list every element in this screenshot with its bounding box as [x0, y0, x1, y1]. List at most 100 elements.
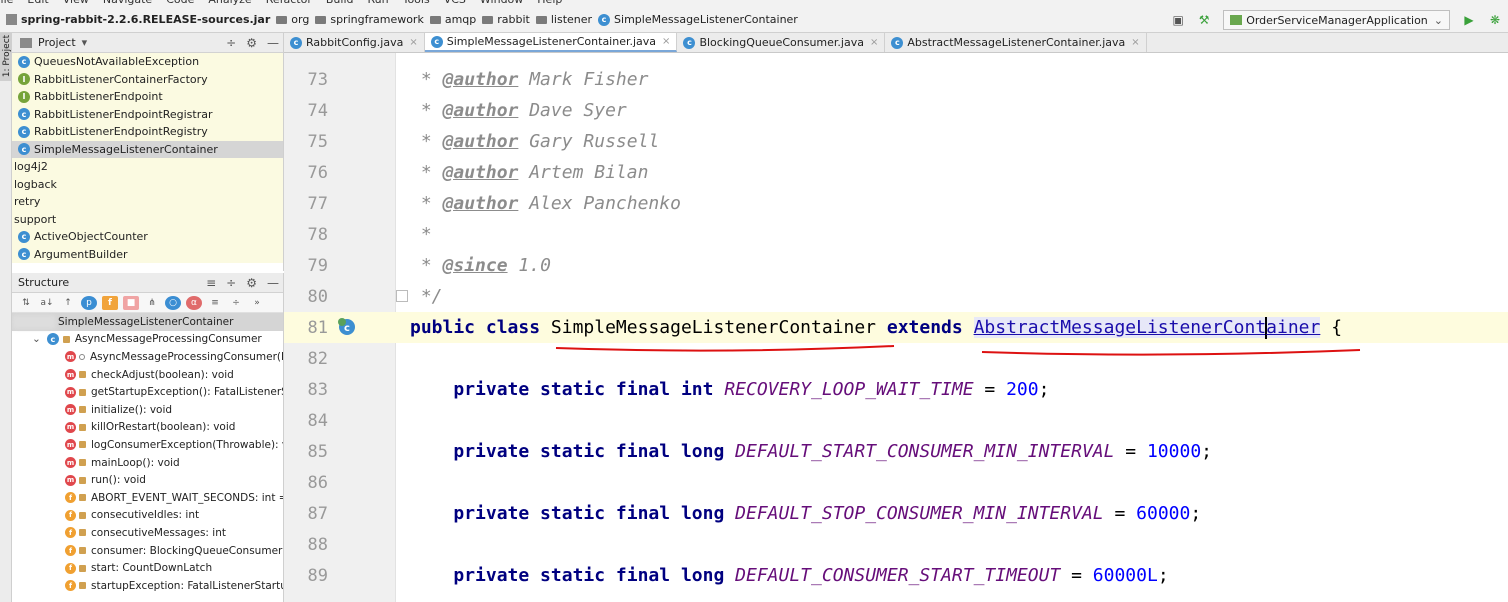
structure-inner-class[interactable]: ⌄ c AsyncMessageProcessingConsumer: [12, 331, 283, 349]
parent-class-link[interactable]: AbstractMessageListenerContainer: [973, 316, 1321, 339]
line-number: 83: [307, 379, 328, 400]
menu-file[interactable]: File: [0, 0, 13, 6]
project-panel-header: Project ▾ ÷ ⚙ —: [12, 33, 283, 53]
menu-edit[interactable]: Edit: [27, 0, 48, 6]
hide-panel-icon[interactable]: —: [267, 36, 279, 50]
project-tree-item[interactable]: c ArgumentBuilder: [12, 246, 283, 264]
show-anonymous-icon[interactable]: ○: [165, 295, 181, 310]
structure-member[interactable]: m checkAdjust(boolean): void: [12, 366, 283, 384]
project-tree-item[interactable]: support: [12, 211, 283, 229]
more-icon[interactable]: »: [249, 296, 265, 310]
run-icon[interactable]: ▶: [1462, 13, 1476, 27]
project-structure-icon[interactable]: ▣: [1171, 13, 1185, 27]
folder-icon: [315, 15, 327, 24]
breadcrumb-item[interactable]: listener❯: [535, 13, 592, 26]
structure-member[interactable]: f consecutiveIdles: int: [12, 507, 283, 525]
keyword: public: [410, 316, 476, 338]
collapse-all-icon[interactable]: ÷: [226, 276, 236, 290]
editor-tab[interactable]: c AbstractMessageListenerContainer.java ×: [885, 33, 1147, 52]
menu-analyze[interactable]: Analyze: [208, 0, 251, 6]
code-line: 82: [284, 343, 1508, 374]
gear-icon[interactable]: ⚙: [246, 276, 257, 290]
project-tree-item[interactable]: I RabbitListenerContainerFactory: [12, 71, 283, 89]
structure-member[interactable]: f ABORT_EVENT_WAIT_SECONDS: int = 5: [12, 489, 283, 507]
menu-help[interactable]: Help: [537, 0, 562, 6]
debug-icon[interactable]: ❋: [1488, 13, 1502, 27]
menu-run[interactable]: Run: [368, 0, 389, 6]
structure-member[interactable]: fstartupException: FatalListenerStartupE…: [12, 577, 283, 595]
expand-all-icon[interactable]: ≡: [206, 276, 216, 290]
hide-panel-icon[interactable]: —: [267, 276, 279, 290]
project-tool-tab[interactable]: 1: Project: [0, 33, 12, 81]
menu-tools[interactable]: Tools: [403, 0, 430, 6]
author-name: Dave Syer: [529, 100, 627, 121]
structure-member[interactable]: m AsyncMessageProcessingConsumer(Blc: [12, 348, 283, 366]
structure-member[interactable]: f consumer: BlockingQueueConsumer: [12, 542, 283, 560]
breadcrumb-item[interactable]: rabbit❯: [482, 13, 530, 26]
build-hammer-icon[interactable]: ⚒: [1197, 13, 1211, 27]
comment-text: [518, 131, 529, 152]
structure-member[interactable]: m killOrRestart(boolean): void: [12, 419, 283, 437]
editor-tab[interactable]: c BlockingQueueConsumer.java ×: [677, 33, 886, 52]
structure-member[interactable]: f start: CountDownLatch: [12, 559, 283, 577]
show-annotations-icon[interactable]: α: [186, 295, 202, 310]
class-icon: c: [891, 36, 904, 49]
menu-code[interactable]: Code: [166, 0, 194, 6]
breadcrumb-item[interactable]: springframework❯: [315, 13, 424, 26]
collapse-all-icon[interactable]: ÷: [228, 296, 244, 310]
structure-member[interactable]: f consecutiveMessages: int: [12, 524, 283, 542]
structure-member[interactable]: m initialize(): void: [12, 401, 283, 419]
breadcrumb-item[interactable]: amqp❯: [429, 13, 476, 26]
chevron-down-icon[interactable]: ▾: [82, 36, 88, 49]
close-tab-icon[interactable]: ×: [870, 37, 878, 48]
menu-window[interactable]: Window: [480, 0, 523, 6]
project-tree-item[interactable]: c RabbitListenerEndpointRegistrar: [12, 106, 283, 124]
sort-alphabetically-icon[interactable]: a↓: [39, 296, 55, 310]
show-properties-icon[interactable]: p: [81, 295, 97, 310]
close-tab-icon[interactable]: ×: [409, 37, 417, 48]
menu-navigate[interactable]: Navigate: [103, 0, 152, 6]
project-tree-item[interactable]: c ActiveObjectCounter: [12, 228, 283, 246]
project-tree-item[interactable]: c QueuesNotAvailableException: [12, 53, 283, 71]
code-editor[interactable]: 73 * @author Mark Fisher 74 * @author Dav…: [284, 53, 1508, 602]
menu-vcs[interactable]: VCS: [444, 0, 466, 6]
show-fields-icon[interactable]: f: [102, 295, 118, 310]
show-inherited-icon[interactable]: ↑: [60, 296, 76, 310]
show-non-public-icon[interactable]: ■: [123, 295, 139, 310]
editor-tab[interactable]: c SimpleMessageListenerContainer.java ×: [424, 33, 678, 52]
keyword: private static final: [453, 503, 671, 524]
run-configuration-select[interactable]: OrderServiceManagerApplication ⌄: [1223, 10, 1450, 30]
project-tree-item[interactable]: I RabbitListenerEndpoint: [12, 88, 283, 106]
comment-text: *: [410, 100, 443, 121]
breadcrumb-item[interactable]: org❯: [276, 13, 309, 26]
structure-member[interactable]: m mainLoop(): void: [12, 454, 283, 472]
breadcrumb-item[interactable]: spring-rabbit-2.2.6.RELEASE-sources.jar❯: [6, 13, 270, 26]
project-tree-item[interactable]: logback: [12, 176, 283, 194]
menu-refactor[interactable]: Refactor: [266, 0, 312, 6]
project-tree-item[interactable]: retry: [12, 193, 283, 211]
structure-panel: Structure ≡ ÷ ⚙ — ⇅ a↓ ↑ p f ■ ⋔ ○ α ≡ ÷…: [12, 273, 284, 602]
structure-member[interactable]: m run(): void: [12, 471, 283, 489]
menu-view[interactable]: View: [63, 0, 89, 6]
close-tab-icon[interactable]: ×: [1131, 37, 1139, 48]
expand-all-icon[interactable]: ≡: [207, 296, 223, 310]
gear-icon[interactable]: ⚙: [246, 36, 257, 50]
project-tree-item[interactable]: log4j2: [12, 158, 283, 176]
editor-tab[interactable]: c RabbitConfig.java ×: [284, 33, 425, 52]
override-gutter-icon[interactable]: c: [336, 316, 358, 338]
project-tree-item[interactable]: c SimpleMessageListenerContainer: [12, 140, 283, 158]
close-tab-icon[interactable]: ×: [662, 36, 670, 47]
project-panel-title[interactable]: Project: [38, 36, 76, 49]
breadcrumb-item[interactable]: c SimpleMessageListenerContainer: [598, 13, 798, 26]
collapse-all-icon[interactable]: ÷: [226, 36, 236, 50]
project-tree-item[interactable]: c RabbitListenerEndpointRegistry: [12, 123, 283, 141]
structure-member[interactable]: m logConsumerException(Throwable): voi: [12, 436, 283, 454]
chevron-down-icon[interactable]: ⌄: [32, 333, 41, 345]
fold-marker-icon[interactable]: [396, 290, 408, 302]
show-lambdas-icon[interactable]: ⋔: [144, 296, 160, 310]
code-text: private static final int RECOVERY_LOOP_W…: [453, 379, 1050, 400]
structure-member[interactable]: m getStartupException(): FatalListenerSta…: [12, 383, 283, 401]
menu-build[interactable]: Build: [326, 0, 354, 6]
structure-root-item[interactable]: SimpleMessageListenerContainer: [12, 313, 283, 331]
sort-by-visibility-icon[interactable]: ⇅: [18, 296, 34, 310]
